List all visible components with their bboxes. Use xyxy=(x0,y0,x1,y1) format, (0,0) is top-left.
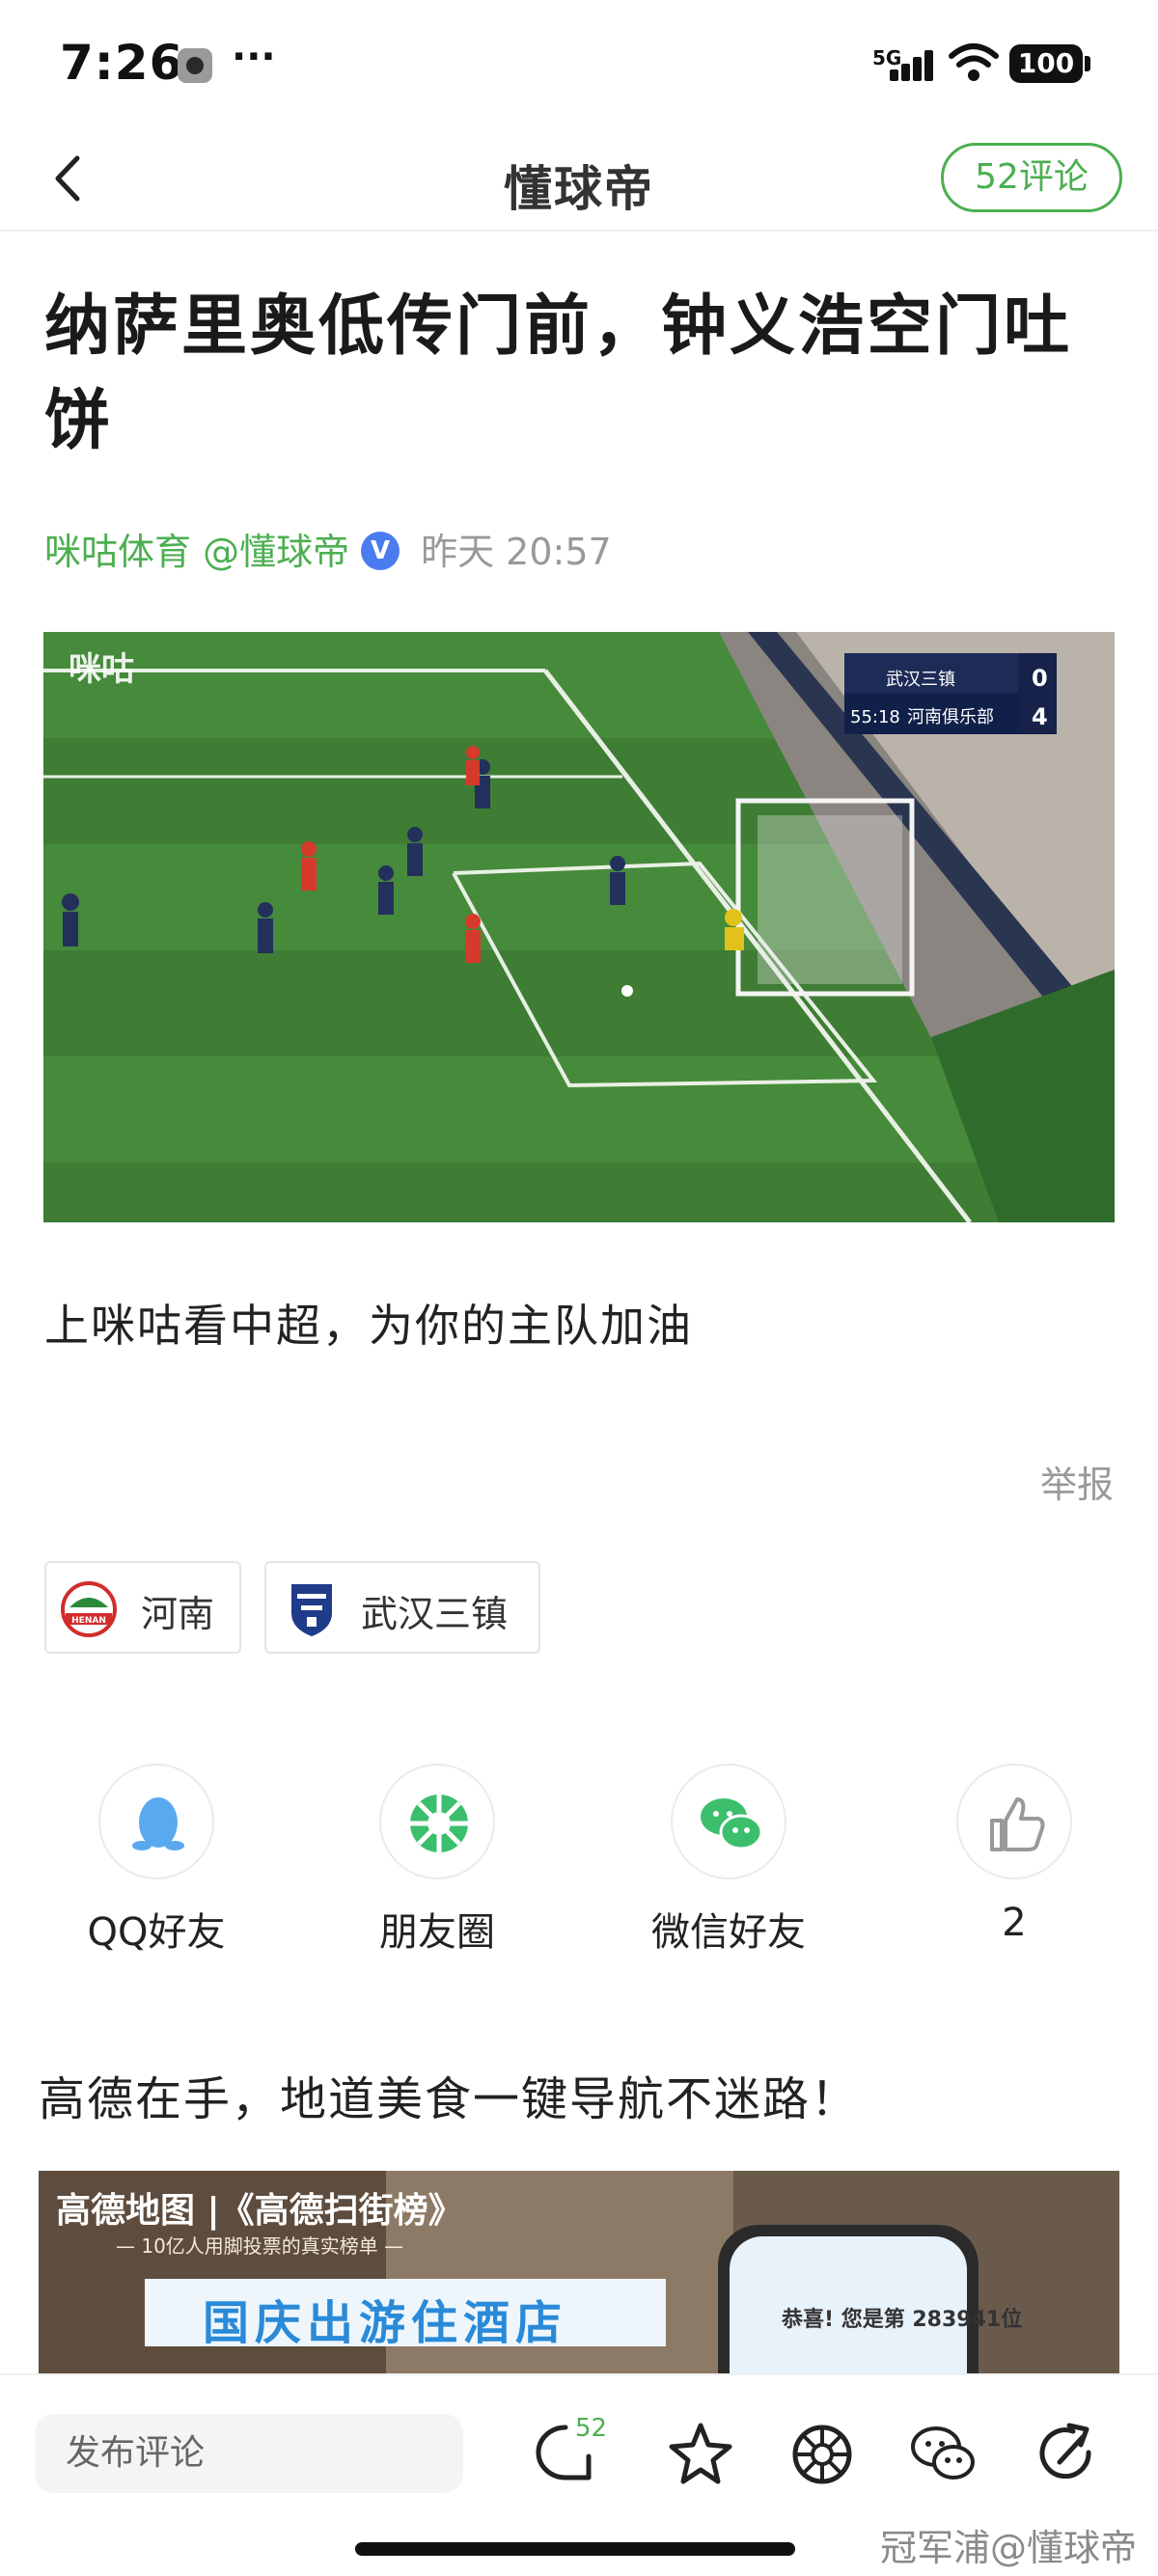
like-count: 2 xyxy=(1002,1901,1027,1945)
thumbs-up-icon xyxy=(990,1797,1045,1851)
share-qq-circle xyxy=(98,1764,214,1879)
signal-icon xyxy=(886,46,936,81)
moments-icon xyxy=(410,1795,468,1852)
author-link[interactable]: 咪咕体育 @懂球帝 xyxy=(44,531,349,573)
publish-time: 昨天 20:57 xyxy=(421,531,612,573)
svg-text:河南俱乐部: 河南俱乐部 xyxy=(907,707,994,727)
home-indicator[interactable] xyxy=(355,2542,795,2556)
match-footage: 武汉三镇 0 55:18 河南俱乐部 4 咪咕 xyxy=(43,632,1115,1222)
article-meta: 咪咕体育 @懂球帝 V 昨天 20:57 xyxy=(44,521,612,583)
like-button[interactable]: 2 xyxy=(908,1764,1120,1976)
ad-phone-text: 恭喜! 您是第 283941位 xyxy=(782,2308,1023,2332)
nav-bar: 懂球帝 52评论 xyxy=(0,125,1158,232)
share-icon[interactable] xyxy=(1031,2418,1104,2491)
article-summary: 上咪咕看中超，为你的主队加油 xyxy=(44,1300,693,1352)
tag-label: 河南 xyxy=(141,1593,215,1635)
like-circle xyxy=(956,1764,1072,1879)
svg-text:55:18: 55:18 xyxy=(850,707,900,727)
share-moments-button[interactable]: 朋友圈 xyxy=(331,1764,543,1976)
comment-input[interactable]: 发布评论 xyxy=(35,2414,463,2493)
ad-brand: 高德地图 |《高德扫街榜》 xyxy=(56,2191,463,2231)
wifi-icon xyxy=(949,43,999,81)
wuhan-club-logo-icon xyxy=(291,1584,332,1636)
henan-club-logo-icon: HENAN xyxy=(61,1581,117,1637)
comment-count-badge: 52 xyxy=(575,2414,608,2443)
svg-text:HENAN: HENAN xyxy=(71,1616,106,1626)
svg-text:武汉三镇: 武汉三镇 xyxy=(886,670,955,690)
share-row: QQ好友 朋友圈 微信好友 2 xyxy=(0,1764,1158,1976)
ad-title[interactable]: 高德在手，地道美食一键导航不迷路！ xyxy=(39,2061,859,2128)
svg-text:4: 4 xyxy=(1032,703,1048,730)
svg-text:0: 0 xyxy=(1032,665,1048,692)
comments-count-button[interactable]: 52评论 xyxy=(941,143,1122,212)
share-wechat-button[interactable]: 微信好友 xyxy=(622,1764,835,1976)
watermark: 冠军浦@懂球帝 xyxy=(880,2527,1138,2569)
share-label: 朋友圈 xyxy=(379,1910,495,1955)
app-notification-icon xyxy=(178,48,212,83)
verified-badge-icon: V xyxy=(361,531,400,570)
report-link[interactable]: 举报 xyxy=(1040,1455,1114,1508)
ad-slogan: — 10亿人用脚投票的真实榜单 — xyxy=(116,2234,404,2258)
tag-henan[interactable]: HENAN 河南 xyxy=(44,1561,241,1654)
battery-tip xyxy=(1085,56,1090,71)
share-label: QQ好友 xyxy=(87,1910,226,1955)
video-player[interactable]: 武汉三镇 0 55:18 河南俱乐部 4 咪咕 xyxy=(43,632,1115,1222)
share-label: 微信好友 xyxy=(651,1910,806,1955)
battery-icon: 100 xyxy=(1009,44,1083,83)
star-icon[interactable] xyxy=(664,2418,737,2491)
wechat-share-icon[interactable] xyxy=(907,2418,980,2491)
wechat-icon xyxy=(701,1798,763,1850)
article-title: 纳萨里奥低传门前，钟义浩空门吐饼 xyxy=(44,288,1073,459)
ad-headline: 国庆出游住酒店 xyxy=(203,2296,568,2350)
share-qq-button[interactable]: QQ好友 xyxy=(50,1764,262,1976)
more-notifications-icon: ··· xyxy=(232,35,276,79)
status-bar: 7:26 ··· 5G 100 xyxy=(0,0,1158,125)
status-time: 7:26 xyxy=(60,35,184,91)
tag-label: 武汉三镇 xyxy=(361,1593,509,1635)
share-moments-circle xyxy=(379,1764,495,1879)
qq-icon xyxy=(132,1797,184,1850)
moments-share-icon[interactable] xyxy=(786,2418,859,2491)
share-wechat-circle xyxy=(671,1764,786,1879)
svg-text:咪咕: 咪咕 xyxy=(69,650,134,689)
tag-wuhan-three-towns[interactable]: 武汉三镇 xyxy=(264,1561,540,1654)
